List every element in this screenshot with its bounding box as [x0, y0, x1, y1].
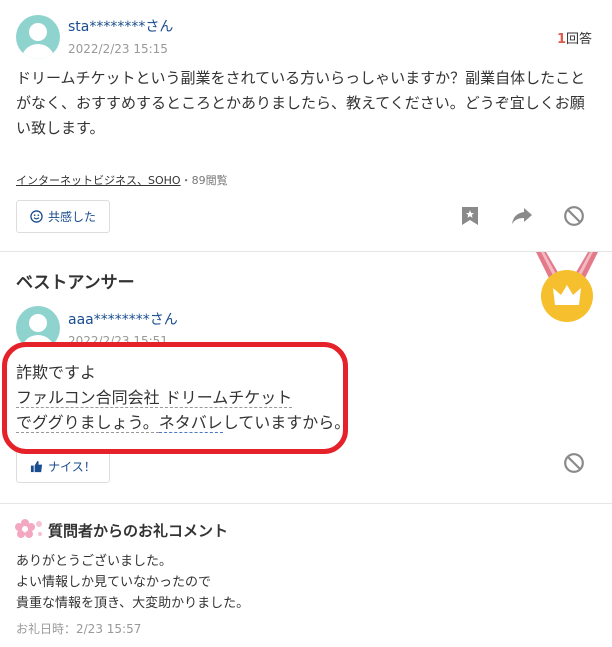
bookmark-icon[interactable] [461, 206, 479, 226]
thanks-line: ありがとうございました。 [16, 554, 173, 569]
answer-count-suffix: 回答 [565, 32, 592, 47]
share-arrow-icon[interactable] [511, 207, 533, 225]
asker-username[interactable]: sta********さん [68, 16, 173, 36]
thanks-text: ありがとうございました。 よい情報しか見ていなかったので 貴重な情報を頂き、大変… [16, 551, 249, 614]
naisu-button-label: ナイス！ [48, 460, 96, 474]
section-divider [0, 503, 612, 504]
empathy-button[interactable]: 共感した [16, 200, 110, 233]
netabare-link[interactable]: ネタバレ [158, 413, 223, 433]
naisu-button[interactable]: ナイス！ [16, 450, 110, 483]
answer-search-link[interactable]: ファルコン合同会社 ドリームチケット [16, 388, 293, 408]
view-count: ・89閲覧 [180, 174, 228, 187]
question-date: 2022/2/23 15:15 [68, 42, 168, 56]
medal-icon [536, 252, 598, 322]
question-text: ドリームチケットという副業をされている方いらっしゃいますか？副業自体したことがな… [16, 69, 586, 137]
answer-count[interactable]: 1回答 [557, 28, 592, 47]
report-icon[interactable] [563, 205, 585, 227]
thanks-heading: 質問者からのお礼コメント [48, 522, 229, 540]
empathy-button-label: 共感した [47, 210, 96, 224]
report-icon[interactable] [563, 452, 585, 474]
smile-icon [30, 210, 43, 223]
flower-icon [15, 519, 42, 538]
answer-count-number: 1 [556, 32, 566, 47]
category-link[interactable]: インターネットビジネス、SOHO [16, 174, 181, 187]
answer-line-3-pre: でググりましょう。 [16, 413, 159, 433]
answerer-username[interactable]: aaa********さん [68, 309, 178, 329]
answer-line-3-post: していますから。 [222, 413, 351, 432]
section-divider [0, 251, 612, 252]
asker-avatar[interactable] [16, 15, 60, 59]
answer-text: 詐欺ですよ ファルコン合同会社 ドリームチケット でググりましょう。ネタバレして… [16, 360, 350, 435]
thanks-time: お礼日時：2/23 15:57 [16, 622, 142, 636]
thumbs-up-icon [31, 460, 43, 473]
best-answer-heading: ベストアンサー [16, 273, 135, 293]
question-meta: インターネットビジネス、SOHO・89閲覧 [16, 172, 228, 188]
thanks-line: 貴重な情報を頂き、大変助かりました。 [16, 596, 250, 611]
thanks-line: よい情報しか見ていなかったので [16, 575, 212, 590]
answer-line-1: 詐欺ですよ [16, 363, 97, 382]
